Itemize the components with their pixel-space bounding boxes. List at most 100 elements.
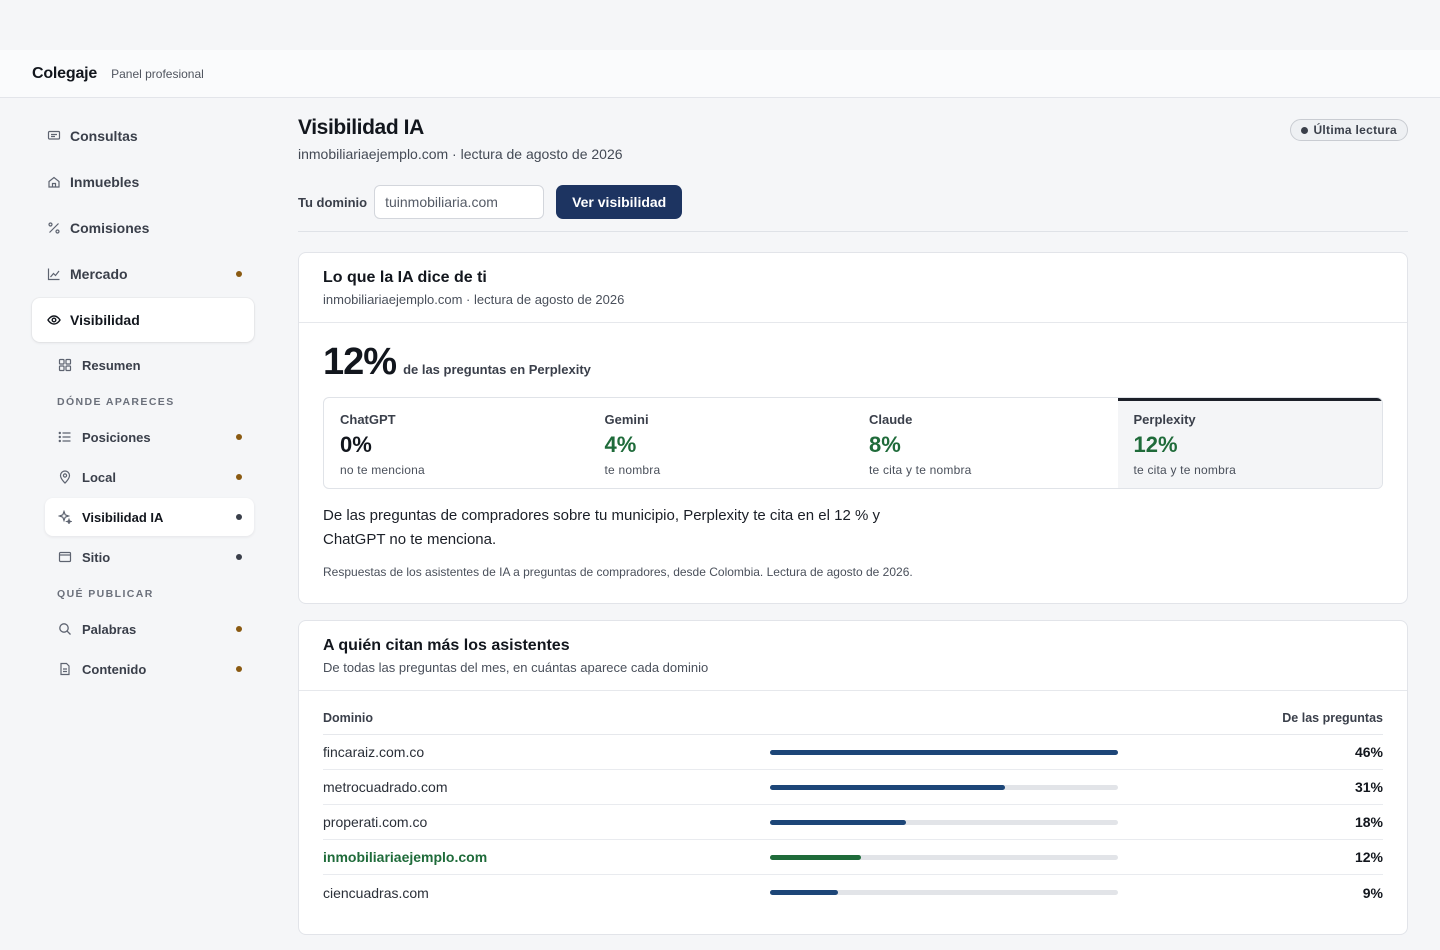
sidebar-item-sitio[interactable]: Sitio: [45, 538, 254, 576]
pin-icon: [58, 470, 72, 484]
assistant-chatgpt[interactable]: ChatGPT 0% no te menciona: [324, 398, 589, 488]
assistant-claude[interactable]: Claude 8% te cita y te nombra: [853, 398, 1118, 488]
sidebar-item-inmuebles[interactable]: Inmuebles: [32, 160, 254, 204]
search-icon: [58, 622, 72, 636]
home-icon: [46, 174, 62, 190]
card-subtitle: inmobiliariaejemplo.com · lectura de ago…: [323, 292, 625, 307]
sidebar-item-consultas[interactable]: Consultas: [32, 114, 254, 158]
share-bar-fill: [770, 854, 861, 860]
table-header: Dominio De las preguntas: [323, 711, 1383, 735]
row-share: 31%: [1354, 779, 1383, 795]
card-header: Lo que la IA dice de ti inmobiliariaejem…: [299, 253, 1407, 323]
chart-icon: [46, 266, 62, 282]
message-icon: [46, 128, 62, 144]
assistant-pct: 4%: [604, 432, 637, 457]
headline-metric: 12% de las preguntas en Perplexity: [323, 341, 591, 384]
sidebar-item-label: Contenido: [82, 661, 147, 677]
ver-visibilidad-button[interactable]: Ver visibilidad: [556, 185, 683, 219]
sidebar-item-palabras[interactable]: Palabras: [45, 610, 254, 648]
sidebar-item-comisiones[interactable]: Comisiones: [32, 206, 254, 250]
status-dot: [236, 666, 242, 672]
status-dot: [236, 554, 242, 560]
share-bar-fill: [770, 784, 1005, 790]
table-row: ciencuadras.com 9%: [323, 875, 1383, 910]
sidebar-item-label: Palabras: [82, 621, 137, 637]
sidebar-item-visibilidad-ia[interactable]: Visibilidad IA: [45, 498, 254, 536]
table-row: properati.com.co 18%: [323, 805, 1383, 840]
assistant-grid: ChatGPT 0% no te menciona Gemini 4% te n…: [323, 397, 1383, 489]
row-domain: metrocuadrado.com: [323, 779, 448, 795]
table-row-own: inmobiliariaejemplo.com 12%: [323, 840, 1383, 875]
ia-summary-card: Lo que la IA dice de ti inmobiliariaejem…: [298, 252, 1408, 604]
column-header-share: De las preguntas: [1282, 711, 1383, 725]
assistant-perplexity[interactable]: Perplexity 12% te cita y te nombra: [1117, 398, 1382, 488]
assistant-note: te cita y te nombra: [869, 463, 972, 477]
share-bar-fill: [770, 819, 907, 825]
assistant-note: te cita y te nombra: [1133, 463, 1237, 477]
sidebar-item-label: Local: [82, 469, 116, 485]
assistant-pct: 8%: [869, 432, 901, 457]
sidebar-item-label: Sitio: [82, 549, 111, 565]
card-subtitle: De todas las preguntas del mes, en cuánt…: [323, 660, 709, 675]
brand-logo[interactable]: Colegaje: [32, 65, 97, 83]
eye-icon: [46, 312, 62, 328]
headline-value: 12%: [323, 341, 397, 383]
domain-form: Tu dominio Ver visibilidad: [298, 185, 683, 219]
share-bar-fill: [770, 890, 839, 895]
status-dot: [236, 271, 242, 277]
grid-icon: [58, 358, 72, 372]
domain-input[interactable]: [374, 185, 545, 219]
table-row: metrocuadrado.com 31%: [323, 770, 1383, 805]
status-dot: [236, 474, 242, 480]
share-bar: [770, 784, 1118, 790]
section-label-donde: DÓNDE APARECES: [57, 396, 175, 408]
sidebar-item-label: Visibilidad: [70, 312, 140, 328]
status-dot: [236, 434, 242, 440]
sidebar-item-mercado[interactable]: Mercado: [32, 252, 254, 296]
assistant-name: ChatGPT: [340, 412, 396, 427]
share-bar: [770, 890, 1118, 895]
list-icon: [58, 430, 72, 444]
sparkle-icon: [58, 510, 72, 524]
row-share: 9%: [1362, 884, 1383, 901]
table-row: fincaraiz.com.co 46%: [323, 735, 1383, 770]
card-title: A quién citan más los asistentes: [323, 637, 570, 654]
assistant-name: Gemini: [604, 412, 649, 427]
column-header-domain: Dominio: [323, 711, 373, 725]
share-bar-fill: [770, 749, 1118, 755]
footnote: Respuestas de los asistentes de IA a pre…: [323, 565, 913, 579]
citations-card: A quién citan más los asistentes De toda…: [298, 620, 1408, 935]
status-dot: [236, 626, 242, 632]
share-bar: [770, 819, 1118, 825]
top-bar: Colegaje Panel profesional: [0, 50, 1440, 98]
sidebar-item-resumen[interactable]: Resumen: [45, 346, 254, 384]
status-badge: Última lectura: [1290, 119, 1408, 141]
row-domain: properati.com.co: [323, 814, 428, 830]
section-label-publicar: QUÉ PUBLICAR: [57, 588, 154, 600]
citations-table: Dominio De las preguntas fincaraiz.com.c…: [323, 711, 1383, 910]
row-share: 46%: [1354, 744, 1383, 760]
sidebar-item-contenido[interactable]: Contenido: [45, 650, 254, 688]
row-domain: ciencuadras.com: [323, 884, 429, 901]
assistant-gemini[interactable]: Gemini 4% te nombra: [589, 398, 854, 488]
page-title: Visibilidad IA: [298, 116, 424, 139]
sidebar-item-label: Resumen: [82, 357, 141, 373]
status-dot: [236, 514, 242, 520]
sidebar-item-visibilidad[interactable]: Visibilidad: [32, 298, 254, 342]
sidebar-item-posiciones[interactable]: Posiciones: [45, 418, 254, 456]
percent-icon: [46, 220, 62, 236]
assistant-name: Perplexity: [1133, 412, 1196, 427]
document-icon: [58, 662, 72, 676]
sidebar-item-local[interactable]: Local: [45, 458, 254, 496]
sidebar: Consultas Inmuebles Comisiones Mercado V…: [32, 114, 254, 690]
sidebar-item-label: Posiciones: [82, 429, 151, 445]
assistant-note: no te menciona: [340, 463, 425, 477]
assistant-pct: 12%: [1133, 432, 1178, 457]
brand-subtitle: Panel profesional: [111, 66, 204, 81]
sidebar-item-label: Visibilidad IA: [82, 509, 164, 525]
card-header: A quién citan más los asistentes De toda…: [299, 621, 1407, 691]
window-icon: [58, 550, 72, 564]
sidebar-item-label: Mercado: [70, 266, 128, 282]
row-share: 12%: [1354, 849, 1383, 865]
assistant-name: Claude: [869, 412, 913, 427]
